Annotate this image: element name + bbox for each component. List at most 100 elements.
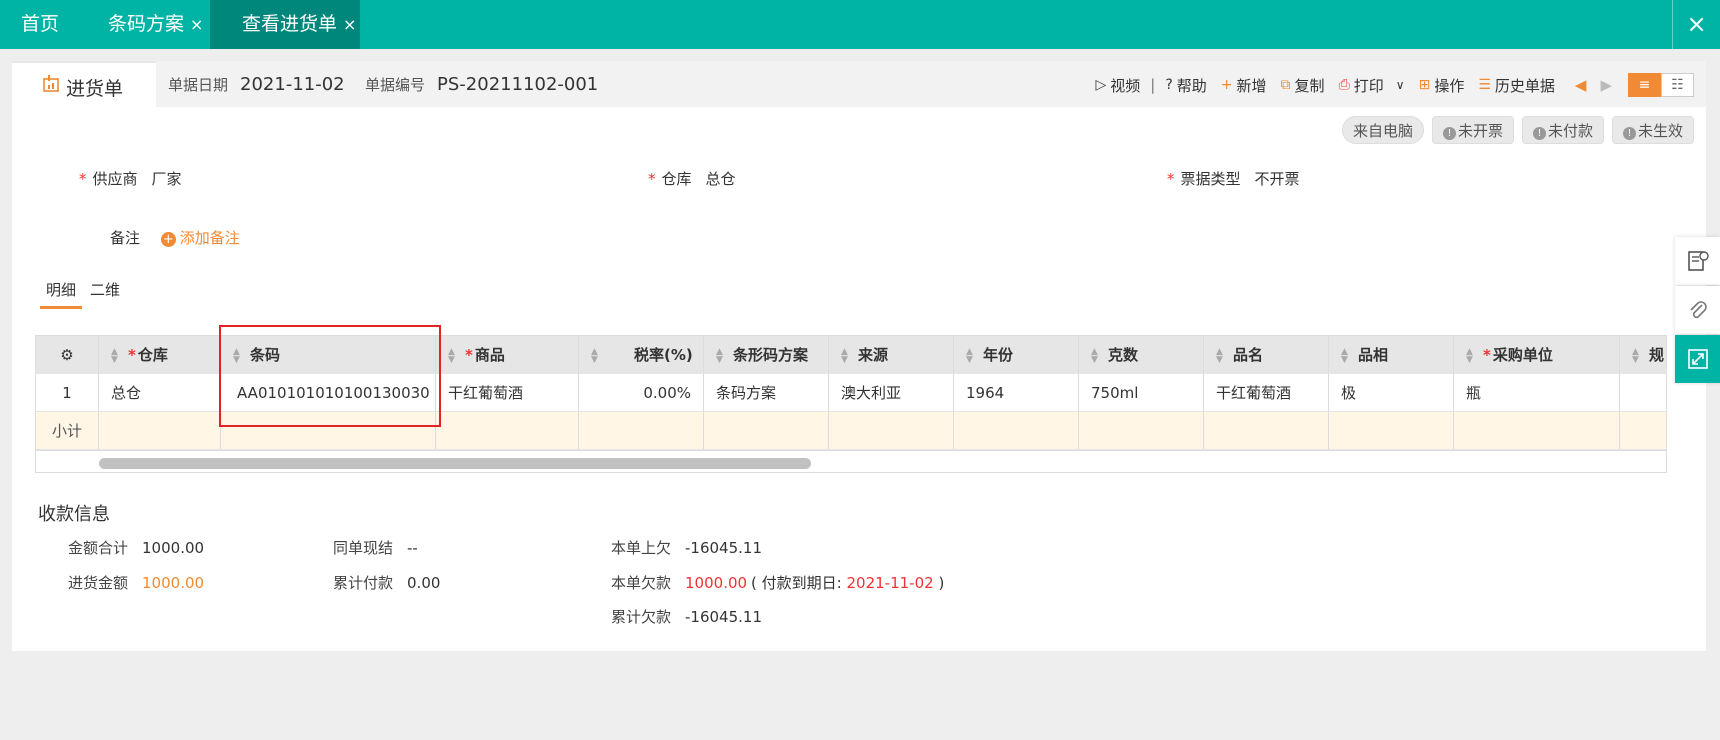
tab-2d[interactable]: 二维	[84, 279, 126, 309]
help-button[interactable]: ? 帮助	[1165, 75, 1206, 96]
cell-origin[interactable]: 澳大利亚	[829, 374, 954, 412]
cell-spec[interactable]	[1620, 374, 1666, 412]
required-mark: *	[79, 170, 87, 188]
close-icon[interactable]: ×	[190, 15, 203, 34]
tab-barcode-scheme[interactable]: 条码方案 ×	[108, 0, 203, 49]
col-scheme[interactable]: ▲ ▼ 条形码方案	[704, 336, 829, 374]
sort-icon[interactable]: ▲ ▼	[716, 347, 725, 364]
close-window-icon[interactable]: ×	[1672, 0, 1720, 49]
required-mark: *	[465, 346, 473, 364]
col-tax[interactable]: ▲ ▼ 税率(%)	[579, 336, 704, 374]
status-badges: 来自电脑 ! 未开票 ! 未付款 ! 未生效	[1341, 116, 1694, 144]
subtotal-cell	[704, 412, 829, 450]
card-view-icon[interactable]: ☷	[1661, 73, 1694, 97]
subtotal-cell	[436, 412, 579, 450]
cell-scheme[interactable]: 条码方案	[704, 374, 829, 412]
print-button[interactable]: ⎙ 打印 ∨	[1339, 75, 1405, 96]
top-tab-bar: 首页 条码方案 × 查看进货单 × ×	[0, 0, 1720, 49]
sort-icon[interactable]: ▲ ▼	[841, 347, 850, 364]
cumulative-debt: 累计欠款 -16045.11	[611, 606, 762, 627]
alert-icon: !	[1532, 127, 1546, 140]
doc-title-tab[interactable]: 进货单	[12, 61, 156, 107]
operations-label: 操作	[1434, 76, 1465, 95]
sort-icon[interactable]: ▲ ▼	[448, 347, 457, 364]
operations-button[interactable]: ⊞ 操作	[1419, 75, 1465, 96]
cell-unit[interactable]: 瓶	[1454, 374, 1620, 412]
note-label: 备注	[110, 229, 141, 247]
cell-name[interactable]: 干红葡萄酒	[1204, 374, 1329, 412]
subtotal-cell	[1204, 412, 1329, 450]
list-view-icon[interactable]: ≡	[1628, 73, 1661, 97]
supplier-label: 供应商	[92, 170, 138, 188]
doc-date-label: 单据日期	[168, 76, 229, 94]
col-product[interactable]: ▲ ▼ * 商品	[436, 336, 579, 374]
supplier-field[interactable]: * 供应商 厂家	[79, 168, 182, 189]
play-icon: ▷	[1095, 77, 1107, 93]
tab-home-label: 首页	[21, 13, 60, 35]
col-spec-label: 规	[1649, 346, 1665, 364]
history-button[interactable]: ☰ 历史单据	[1478, 75, 1555, 96]
row-index: 1	[36, 374, 99, 412]
alert-icon: !	[1622, 127, 1636, 140]
tab-view-purchase[interactable]: 查看进货单 ×	[210, 0, 360, 49]
bill-type-field[interactable]: * 票据类型 不开票	[1167, 168, 1300, 189]
doc-date-value: 2021-11-02	[240, 74, 345, 95]
close-icon[interactable]: ×	[343, 15, 356, 34]
subtotal-cell	[1079, 412, 1204, 450]
side-expand-button[interactable]	[1675, 335, 1720, 383]
sort-icon[interactable]: ▲ ▼	[966, 347, 975, 364]
previous-debt-label: 本单上欠	[611, 539, 672, 557]
warehouse-field[interactable]: * 仓库 总仓	[648, 168, 736, 189]
prev-arrow-icon[interactable]: ◀	[1575, 76, 1587, 94]
side-attachment-button[interactable]	[1675, 286, 1720, 334]
cash-settlement-value: --	[407, 539, 418, 557]
horizontal-scrollbar[interactable]	[36, 450, 1666, 472]
due-date-prefix: ( 付款到期日:	[751, 574, 847, 592]
sort-icon[interactable]: ▲ ▼	[1091, 347, 1100, 364]
cash-settlement-label: 同单现结	[333, 539, 394, 557]
subtotal-cell	[1454, 412, 1620, 450]
next-arrow-icon[interactable]: ▶	[1600, 76, 1612, 94]
sort-icon[interactable]: ▲ ▼	[1216, 347, 1225, 364]
sort-icon[interactable]: ▲ ▼	[591, 347, 600, 364]
add-note-button[interactable]: + 添加备注	[160, 229, 240, 247]
total-amount-value: 1000.00	[142, 539, 205, 557]
sort-icon[interactable]: ▲ ▼	[1466, 347, 1475, 364]
sort-icon[interactable]: ▲ ▼	[1341, 347, 1350, 364]
col-origin[interactable]: ▲ ▼ 来源	[829, 336, 954, 374]
col-year[interactable]: ▲ ▼ 年份	[954, 336, 1079, 374]
cell-year[interactable]: 1964	[954, 374, 1079, 412]
video-button[interactable]: ▷ 视频	[1095, 75, 1140, 96]
chevron-down-icon[interactable]: ∨	[1396, 78, 1405, 92]
tab-detail[interactable]: 明细	[40, 279, 83, 309]
col-spec[interactable]: ▲ ▼ 规	[1620, 336, 1666, 374]
scrollbar-thumb[interactable]	[99, 458, 811, 469]
grid-settings-icon[interactable]: ⚙	[36, 336, 99, 374]
cell-tax[interactable]: 0.00%	[579, 374, 704, 412]
doc-number: 单据编号 PS-20211102-001	[365, 74, 598, 95]
cell-grams[interactable]: 750ml	[1079, 374, 1204, 412]
col-grade[interactable]: ▲ ▼ 品相	[1329, 336, 1454, 374]
expand-icon	[1687, 349, 1708, 369]
tab-home[interactable]: 首页	[21, 0, 59, 49]
col-name[interactable]: ▲ ▼ 品名	[1204, 336, 1329, 374]
col-unit[interactable]: ▲ ▼ * 采购单位	[1454, 336, 1620, 374]
bill-type-label: 票据类型	[1180, 170, 1241, 188]
printer-icon: ⎙	[1338, 77, 1350, 93]
side-notes-button[interactable]	[1675, 237, 1720, 285]
copy-button[interactable]: ⧉ 复制	[1281, 75, 1325, 96]
view-toggle: ≡ ☷	[1628, 73, 1694, 97]
cell-warehouse[interactable]: 总仓	[99, 374, 221, 412]
add-button[interactable]: + 新增	[1221, 75, 1267, 96]
col-grams[interactable]: ▲ ▼ 克数	[1079, 336, 1204, 374]
supplier-value: 厂家	[151, 170, 182, 188]
cell-grade[interactable]: 极	[1329, 374, 1454, 412]
col-scheme-label: 条形码方案	[733, 346, 809, 364]
help-icon: ?	[1165, 77, 1173, 93]
payment-status-badge: ! 未付款	[1521, 116, 1604, 144]
sort-icon[interactable]: ▲ ▼	[111, 347, 120, 364]
cell-product[interactable]: 干红葡萄酒	[436, 374, 579, 412]
col-warehouse[interactable]: ▲ ▼ * 仓库	[99, 336, 221, 374]
sort-icon[interactable]: ▲ ▼	[1632, 347, 1641, 364]
total-amount: 金额合计 1000.00	[68, 537, 204, 558]
